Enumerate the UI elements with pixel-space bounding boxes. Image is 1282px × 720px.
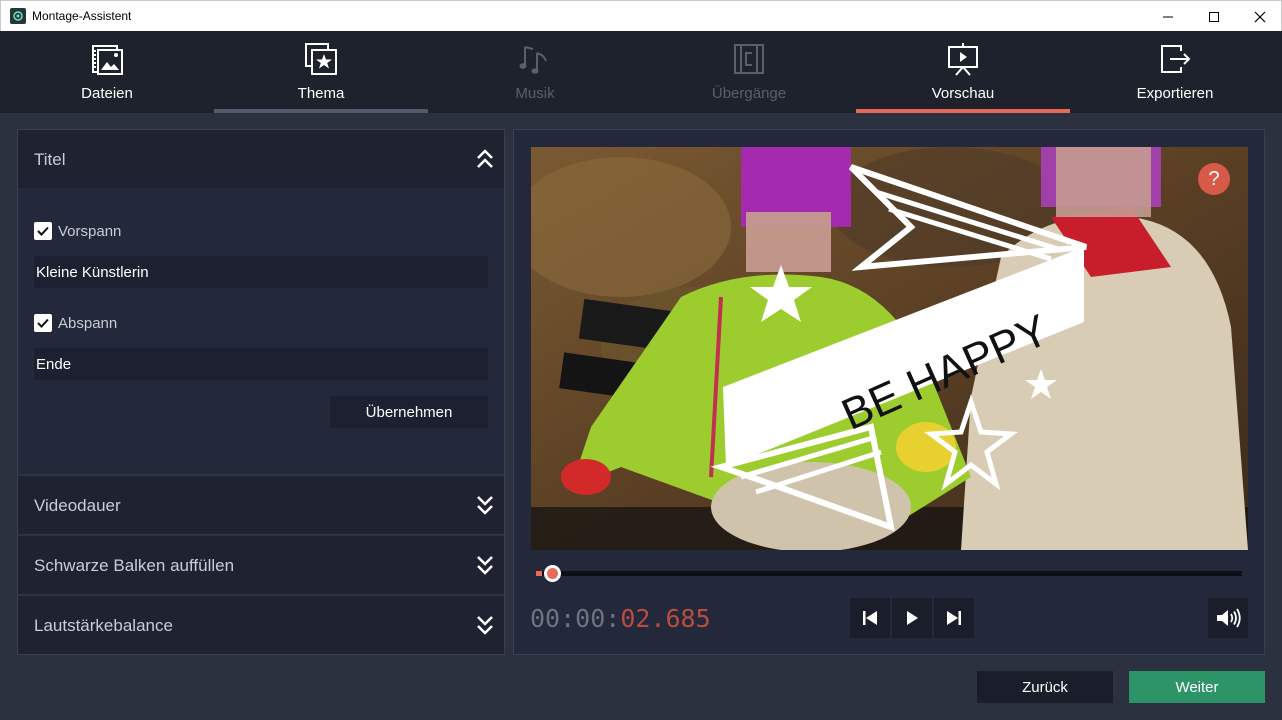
export-icon	[1161, 45, 1191, 73]
tab-label: Musik	[515, 85, 555, 102]
theme-icon	[305, 43, 337, 75]
maximize-icon	[1209, 11, 1219, 22]
timeline-scrubber-handle[interactable]	[544, 565, 561, 582]
chevron-double-up-icon[interactable]	[476, 148, 494, 170]
tab-underline	[214, 109, 428, 113]
close-button[interactable]	[1237, 1, 1282, 32]
next-frame-button[interactable]	[934, 598, 974, 638]
intro-checkbox-label: Vorspann	[58, 222, 122, 240]
section-header-schwarze-balken[interactable]: Schwarze Balken auffüllen	[18, 536, 504, 594]
settings-panel: Titel Vorspann Abspann Übernehmen Videod…	[17, 129, 505, 655]
skip-forward-icon	[947, 611, 961, 625]
skip-back-icon	[863, 611, 877, 625]
intro-checkbox-row[interactable]: Vorspann	[34, 222, 121, 240]
minimize-icon	[1163, 16, 1173, 17]
outro-checkbox-row[interactable]: Abspann	[34, 314, 117, 332]
tab-exportieren[interactable]: Exportieren	[1068, 31, 1282, 113]
outro-checkbox[interactable]	[34, 314, 52, 332]
intro-title-input[interactable]	[34, 256, 488, 288]
tab-musik[interactable]: Musik	[428, 31, 642, 113]
music-icon	[519, 46, 547, 74]
apply-button[interactable]: Übernehmen	[330, 396, 488, 428]
outro-title-input[interactable]	[34, 348, 488, 380]
files-icon	[92, 45, 123, 75]
timecode-fraction: 02.685	[620, 604, 711, 633]
section-label: Titel	[34, 150, 66, 169]
video-frame-image: BE HAPPY	[531, 147, 1248, 550]
tab-label: Dateien	[81, 85, 133, 102]
tab-uebergaenge[interactable]: Übergänge	[642, 31, 856, 113]
tab-dateien[interactable]: Dateien	[0, 31, 214, 113]
maximize-button[interactable]	[1191, 1, 1237, 32]
help-button[interactable]: ?	[1198, 163, 1230, 195]
tab-thema[interactable]: Thema	[214, 31, 428, 113]
preview-panel: BE HAPPY ? 00:00:02.685	[513, 129, 1265, 655]
previous-button[interactable]	[850, 598, 890, 638]
preview-icon	[948, 43, 978, 76]
section-label: Videodauer	[34, 496, 121, 515]
timeline-track[interactable]	[536, 565, 1242, 582]
tab-active-underline	[856, 109, 1070, 113]
window-title: Montage-Assistent	[32, 9, 132, 23]
wizard-tab-bar: Dateien Thema Musik Übergänge Vorschau E…	[0, 31, 1282, 113]
back-button[interactable]: Zurück	[977, 671, 1113, 703]
chevron-double-down-icon[interactable]	[476, 554, 494, 576]
tab-label: Vorschau	[931, 85, 995, 102]
timecode-elapsed: 00:00:	[530, 604, 621, 633]
tab-vorschau[interactable]: Vorschau	[856, 31, 1070, 113]
checkmark-icon	[37, 318, 49, 328]
play-button[interactable]	[892, 598, 932, 638]
minimize-button[interactable]	[1145, 1, 1191, 32]
play-icon	[907, 611, 918, 625]
tab-label: Thema	[297, 85, 345, 102]
volume-button[interactable]	[1208, 598, 1248, 638]
section-header-videodauer[interactable]: Videodauer	[18, 476, 504, 534]
chevron-double-down-icon[interactable]	[476, 614, 494, 636]
tab-label: Übergänge	[711, 85, 787, 102]
timecode-display: 00:00:02.685	[530, 604, 711, 633]
outro-checkbox-label: Abspann	[58, 314, 118, 332]
section-header-lautstaerkebalance[interactable]: Lautstärkebalance	[18, 596, 504, 654]
section-header-titel[interactable]: Titel	[18, 130, 504, 188]
intro-checkbox[interactable]	[34, 222, 52, 240]
volume-icon	[1217, 608, 1241, 628]
timeline-progress-fill	[536, 571, 542, 576]
app-logo-icon	[10, 8, 26, 24]
transitions-icon	[734, 44, 764, 74]
next-button[interactable]: Weiter	[1129, 671, 1265, 703]
window-titlebar: Montage-Assistent	[0, 0, 1282, 31]
section-label: Lautstärkebalance	[34, 616, 173, 635]
chevron-double-down-icon[interactable]	[476, 494, 494, 516]
close-icon	[1254, 11, 1266, 22]
section-label: Schwarze Balken auffüllen	[34, 556, 235, 575]
video-preview[interactable]: BE HAPPY ?	[531, 147, 1248, 550]
checkmark-icon	[37, 226, 49, 236]
tab-label: Exportieren	[1136, 85, 1214, 102]
